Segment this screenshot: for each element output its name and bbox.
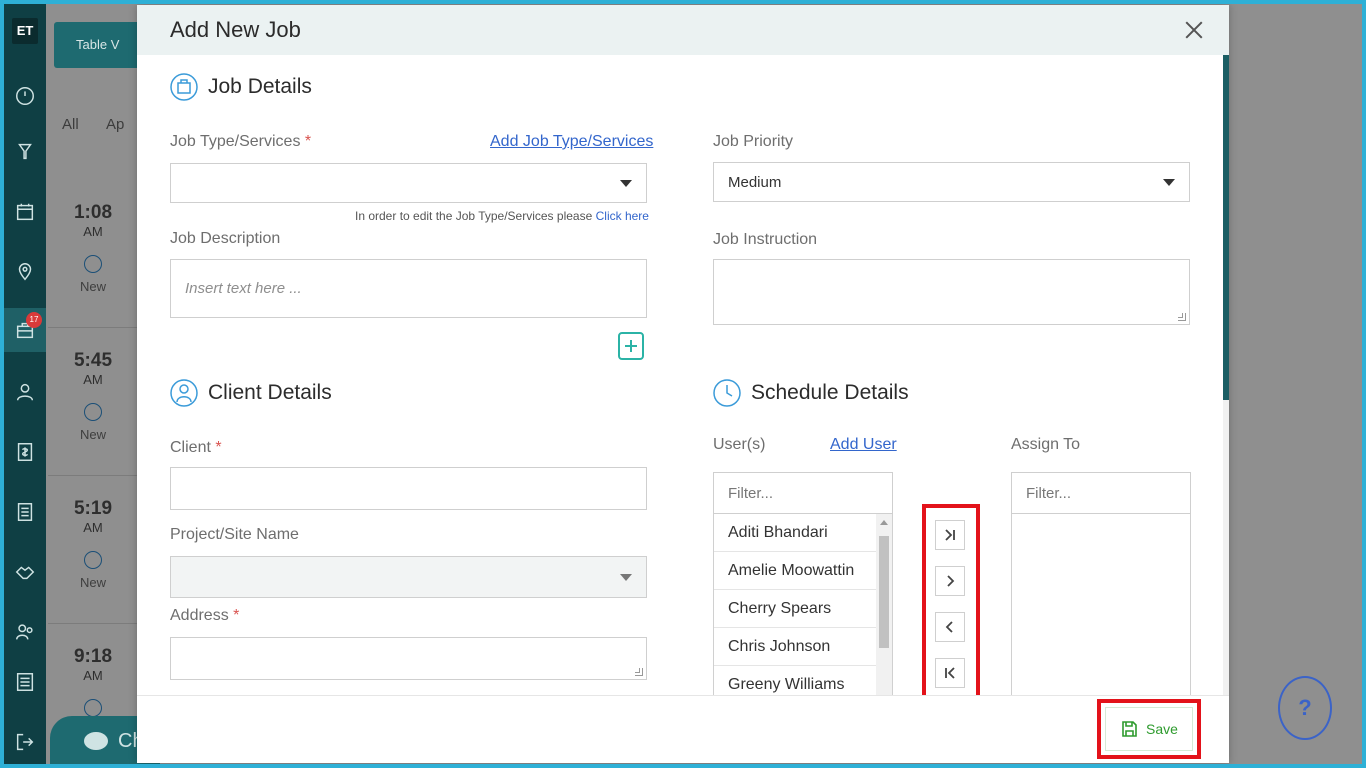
- list-icon[interactable]: [4, 490, 46, 534]
- scroll-thumb[interactable]: [1223, 55, 1229, 400]
- move-all-left-button[interactable]: [935, 658, 965, 688]
- move-all-right-icon: [945, 529, 955, 541]
- schedule-details-header: Schedule Details: [713, 377, 909, 409]
- job-priority-select[interactable]: Medium: [713, 162, 1190, 202]
- address-input[interactable]: [170, 637, 647, 680]
- status-circle-icon: [84, 403, 102, 421]
- users-icon[interactable]: [4, 610, 46, 654]
- modal-footer: Save: [137, 695, 1229, 763]
- status-circle-icon: [84, 255, 102, 273]
- project-select[interactable]: [170, 556, 647, 598]
- chevron-down-icon: [620, 574, 632, 581]
- handshake-icon[interactable]: [4, 550, 46, 594]
- modal-header: Add New Job: [137, 5, 1229, 55]
- chevron-left-icon: [945, 621, 953, 633]
- list-item[interactable]: 5:45 AM New: [48, 328, 138, 476]
- add-description-button[interactable]: [618, 332, 644, 360]
- download-circle-icon: [84, 699, 102, 717]
- job-details-title: Job Details: [208, 75, 312, 98]
- move-right-button[interactable]: [935, 566, 965, 596]
- list-item[interactable]: Aditi Bhandari: [714, 514, 892, 552]
- assign-filter-input[interactable]: Filter...: [1011, 472, 1191, 514]
- job-description-label: Job Description: [170, 230, 281, 247]
- address-label: Address *: [170, 607, 240, 624]
- users-filter-input[interactable]: Filter...: [713, 472, 893, 514]
- move-all-right-button[interactable]: [935, 520, 965, 550]
- assign-to-list: [1011, 514, 1191, 695]
- list-item[interactable]: 1:08 AM New: [48, 180, 138, 328]
- project-label: Project/Site Name: [170, 526, 299, 543]
- save-highlight: Save: [1097, 699, 1201, 759]
- client-details-header: Client Details: [170, 377, 332, 409]
- save-button[interactable]: Save: [1105, 707, 1193, 751]
- click-here-link[interactable]: Click here: [596, 209, 649, 223]
- add-job-modal: Add New Job Job Details Job Type/Service…: [137, 5, 1229, 763]
- save-icon: [1122, 721, 1137, 737]
- list-item[interactable]: 5:19 AM New: [48, 476, 138, 624]
- scroll-up-icon[interactable]: [880, 520, 888, 525]
- client-input[interactable]: [170, 467, 647, 510]
- add-user-link[interactable]: Add User: [830, 436, 897, 454]
- list-item[interactable]: Greeny Williams: [714, 666, 892, 695]
- job-priority-label: Job Priority: [713, 133, 794, 150]
- chevron-down-icon: [1163, 179, 1175, 186]
- modal-body: Job Details Job Type/Services * Add Job …: [137, 55, 1223, 695]
- jobs-badge: 17: [26, 312, 42, 328]
- settings-sliders-icon[interactable]: [4, 660, 46, 704]
- list-item[interactable]: Cherry Spears: [714, 590, 892, 628]
- invoice-icon[interactable]: [4, 430, 46, 474]
- schedule-details-title: Schedule Details: [751, 381, 909, 404]
- logout-icon[interactable]: [4, 720, 46, 764]
- app-sidebar: ET 17: [4, 4, 46, 764]
- job-instruction-input[interactable]: [713, 259, 1190, 325]
- modal-scrollbar[interactable]: [1223, 55, 1229, 695]
- users-label: User(s): [713, 436, 766, 453]
- funnel-icon[interactable]: [4, 130, 46, 174]
- scroll-thumb[interactable]: [879, 536, 889, 648]
- app-logo: ET: [12, 18, 38, 44]
- briefcase-icon[interactable]: 17: [4, 308, 46, 352]
- user-icon[interactable]: [4, 370, 46, 414]
- job-details-header: Job Details: [170, 71, 312, 103]
- users-list-scrollbar[interactable]: [876, 514, 892, 695]
- dashboard-icon[interactable]: [4, 74, 46, 118]
- transfer-buttons-group: [922, 504, 980, 695]
- job-type-label: Job Type/Services *: [170, 133, 312, 150]
- list-item[interactable]: Amelie Moowattin: [714, 552, 892, 590]
- clock-icon: [713, 379, 741, 407]
- add-job-type-link[interactable]: Add Job Type/Services: [490, 133, 653, 151]
- users-list: Aditi Bhandari Amelie Moowattin Cherry S…: [713, 514, 893, 695]
- chat-bubble-icon: [84, 732, 108, 750]
- job-instruction-label: Job Instruction: [713, 231, 818, 248]
- map-pin-icon[interactable]: [4, 250, 46, 294]
- tab-ap[interactable]: Ap: [106, 116, 124, 133]
- resize-handle-icon[interactable]: [1178, 313, 1186, 321]
- chevron-down-icon: [620, 180, 632, 187]
- modal-title: Add New Job: [170, 17, 301, 42]
- close-icon[interactable]: [1181, 17, 1207, 43]
- briefcase-icon: [170, 73, 198, 101]
- resize-handle-icon[interactable]: [635, 668, 643, 676]
- client-details-title: Client Details: [208, 381, 332, 404]
- edit-job-type-hint: In order to edit the Job Type/Services p…: [355, 209, 649, 223]
- move-all-left-icon: [945, 667, 955, 679]
- chevron-right-icon: [947, 575, 955, 587]
- job-type-select[interactable]: [170, 163, 647, 203]
- calendar-icon[interactable]: [4, 190, 46, 234]
- move-left-button[interactable]: [935, 612, 965, 642]
- help-button[interactable]: ?: [1278, 676, 1332, 740]
- tab-all[interactable]: All: [62, 116, 79, 133]
- user-circle-icon: [170, 379, 198, 407]
- job-description-input[interactable]: Insert text here ...: [170, 259, 647, 318]
- status-circle-icon: [84, 551, 102, 569]
- list-item[interactable]: Chris Johnson: [714, 628, 892, 666]
- assign-to-label: Assign To: [1011, 436, 1081, 453]
- client-label: Client *: [170, 439, 222, 456]
- job-list: 1:08 AM New 5:45 AM New 5:19 AM New 9:18…: [48, 180, 138, 768]
- background-tabs: All Ap: [62, 116, 148, 133]
